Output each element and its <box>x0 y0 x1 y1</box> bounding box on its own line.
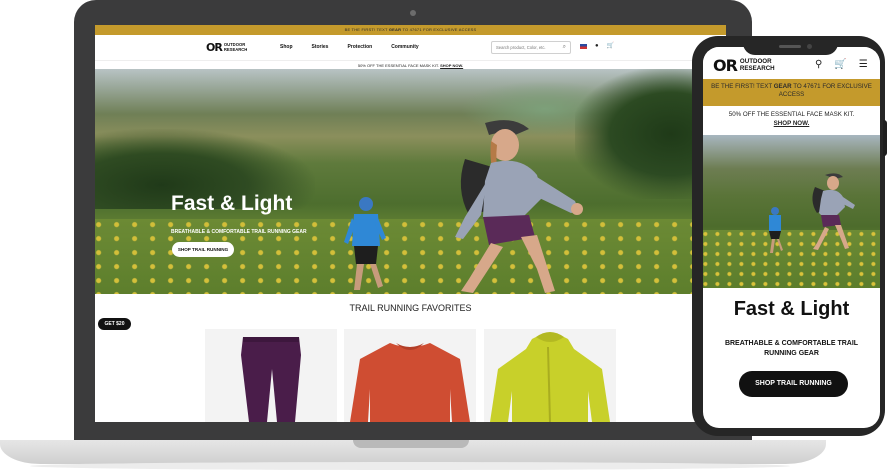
runner-foreground-image <box>455 120 583 293</box>
mobile-sub-promo-text: 50% OFF THE ESSENTIAL FACE MASK KIT. <box>728 111 855 118</box>
desktop-header: OR OUTDOOR RESEARCH Shop Stories Protecti… <box>95 35 726 60</box>
mobile-shop-now-link[interactable]: SHOP NOW. <box>703 119 880 128</box>
hero-title: Fast & Light <box>171 192 293 215</box>
phone-side-button <box>883 120 887 156</box>
laptop-hinge <box>353 440 469 448</box>
header-icons: ● 🛒 <box>580 43 614 49</box>
mobile-hero-title: Fast & Light <box>733 298 850 320</box>
shop-trail-running-button[interactable]: SHOP TRAIL RUNNING <box>172 242 234 257</box>
main-nav: Shop Stories Protection Community <box>280 44 419 50</box>
mobile-promo-keyword: GEAR <box>773 83 792 90</box>
desktop-hero: Fast & Light BREATHABLE & COMFORTABLE TR… <box>95 69 726 294</box>
promo-text-end: TO 47671 FOR EXCLUSIVE ACCESS <box>401 27 477 32</box>
cart-icon[interactable]: 🛒 <box>834 59 846 70</box>
product-card-leggings[interactable] <box>205 329 337 422</box>
laptop-shadow <box>30 462 790 470</box>
mobile-promo-text-end: TO 47671 FOR EXCLUSIVE ACCESS <box>778 83 872 98</box>
promo-keyword: GEAR <box>388 27 402 32</box>
nav-shop[interactable]: Shop <box>280 44 293 50</box>
brand-logo[interactable]: OR OUTDOOR RESEARCH <box>206 42 256 53</box>
search-icon[interactable]: ⌕ <box>563 42 566 53</box>
runner-background-image <box>344 197 386 290</box>
leggings-image <box>205 329 337 422</box>
section-title: TRAIL RUNNING FAVORITES <box>349 303 472 313</box>
mobile-screen: OR OUTDOOR RESEARCH ⚲ 🛒 ☰ BE THE FIRST! T… <box>703 47 880 428</box>
phone-camera <box>807 44 812 49</box>
search-icon[interactable]: ⚲ <box>815 59 822 70</box>
mobile-runners-image <box>769 173 855 253</box>
mobile-promo-bar[interactable]: BE THE FIRST! TEXT GEAR TO 47671 FOR EXC… <box>703 79 880 106</box>
mobile-logo-mark: OR <box>713 56 738 75</box>
jacket-image <box>484 329 616 422</box>
mobile-hero-subtitle: BREATHABLE & COMFORTABLE TRAIL RUNNING G… <box>724 340 859 357</box>
menu-icon[interactable]: ☰ <box>859 59 868 70</box>
desktop-sub-promo: 50% OFF THE ESSENTIAL FACE MASK KIT. SHO… <box>95 60 726 69</box>
desktop-screen: BE THE FIRST! TEXT GEAR TO 47671 FOR EXC… <box>95 25 726 422</box>
phone-speaker <box>779 45 801 48</box>
logo-wordmark: OUTDOOR RESEARCH <box>223 41 248 52</box>
mobile-sub-promo: 50% OFF THE ESSENTIAL FACE MASK KIT. SHO… <box>703 106 880 132</box>
device-mockup: BE THE FIRST! TEXT GEAR TO 47671 FOR EXC… <box>0 0 890 475</box>
user-icon[interactable]: ● <box>595 43 599 49</box>
search-placeholder: Search product, Color, etc. <box>496 45 546 50</box>
promo-text: BE THE FIRST! TEXT <box>344 27 389 32</box>
shop-now-link[interactable]: SHOP NOW. <box>440 63 463 68</box>
hero-subtitle: BREATHABLE & COMFORTABLE TRAIL RUNNING G… <box>171 229 307 235</box>
laptop-camera <box>410 10 416 16</box>
mobile-brand-logo[interactable]: OR OUTDOOR RESEARCH <box>713 58 788 74</box>
product-card-jacket[interactable] <box>484 329 616 422</box>
sweater-image <box>344 329 476 422</box>
flag-icon[interactable] <box>580 43 587 49</box>
mobile-shop-trail-running-button[interactable]: SHOP TRAIL RUNNING <box>739 371 848 397</box>
sub-promo-text: 50% OFF THE ESSENTIAL FACE MASK KIT. <box>357 63 441 68</box>
nav-protection[interactable]: Protection <box>347 44 372 50</box>
nav-stories[interactable]: Stories <box>312 44 329 50</box>
desktop-promo-bar[interactable]: BE THE FIRST! TEXT GEAR TO 47671 FOR EXC… <box>95 25 726 35</box>
mobile-promo-text: BE THE FIRST! TEXT <box>711 83 774 90</box>
mobile-logo-wordmark: OUTDOOR RESEARCH <box>739 58 775 72</box>
search-input[interactable]: Search product, Color, etc. ⌕ <box>491 41 571 54</box>
nav-community[interactable]: Community <box>391 44 419 50</box>
mobile-hero-image <box>703 135 880 288</box>
get-20-badge[interactable]: GET $20 <box>98 318 131 330</box>
mobile-header-icons: ⚲ 🛒 ☰ <box>815 59 868 70</box>
logo-mark: OR <box>206 41 223 54</box>
cart-icon[interactable]: 🛒 <box>607 43 614 49</box>
product-card-sweater[interactable] <box>344 329 476 422</box>
